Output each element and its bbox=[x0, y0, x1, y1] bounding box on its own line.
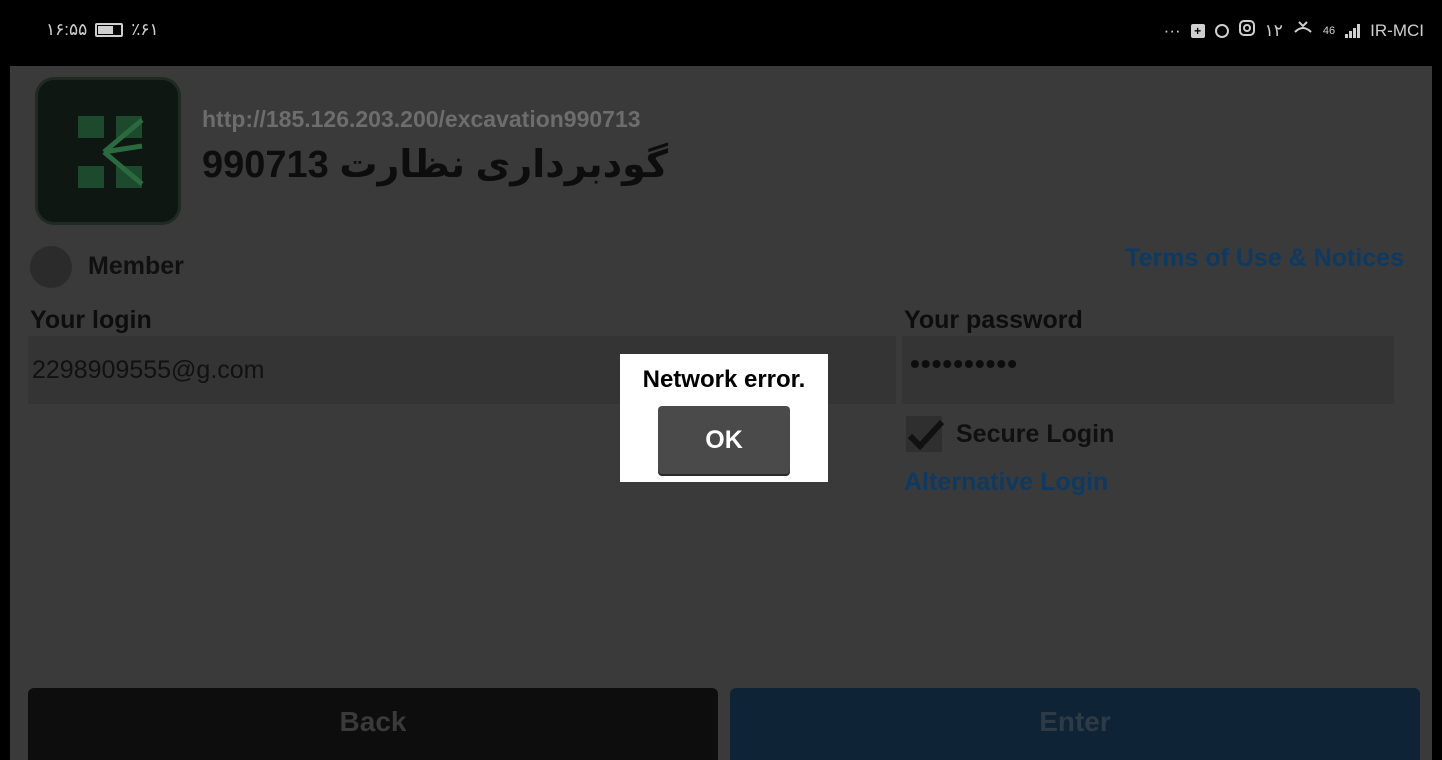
secure-login-checkbox[interactable] bbox=[906, 416, 945, 452]
meeting-url: http://185.126.203.200/excavation990713 bbox=[202, 106, 641, 132]
checkmark-icon bbox=[907, 419, 945, 451]
app-logo bbox=[38, 80, 178, 222]
more-notifications-icon: ··· bbox=[1163, 20, 1181, 40]
circle-icon bbox=[1214, 23, 1229, 38]
meeting-title: گودبرداری نظارت 990713 bbox=[202, 144, 669, 186]
status-right: ··· + ۱۲ 46 IR-MCI bbox=[1164, 20, 1424, 41]
member-radio[interactable] bbox=[30, 246, 72, 288]
signal-icon bbox=[1345, 23, 1361, 38]
battery-percent: ٪۶۱ bbox=[131, 20, 159, 39]
alternative-login-link[interactable]: Alternative Login bbox=[904, 468, 1108, 497]
add-box-icon: + bbox=[1190, 23, 1205, 38]
status-bar: ۱۶:۵۵ ٪۶۱ ··· + ۱۲ 46 IR-MCI bbox=[10, 0, 1432, 66]
member-label: Member bbox=[88, 252, 184, 280]
network-error-dialog: Network error. OK bbox=[620, 354, 828, 482]
password-input[interactable]: •••••••••• bbox=[902, 336, 1394, 404]
terms-link[interactable]: Terms of Use & Notices bbox=[1125, 244, 1404, 273]
status-clock-small: ۱۲ bbox=[1264, 20, 1283, 40]
enter-button[interactable]: Enter bbox=[730, 688, 1420, 760]
network-type: 46 bbox=[1322, 24, 1336, 37]
secure-login-label: Secure Login bbox=[956, 420, 1115, 448]
instagram-icon bbox=[1238, 20, 1255, 41]
status-time: ۱۶:۵۵ bbox=[46, 20, 88, 39]
status-left: ۱۶:۵۵ ٪۶۱ bbox=[46, 20, 159, 40]
ok-button[interactable]: OK bbox=[658, 406, 790, 474]
password-label: Your password bbox=[904, 306, 1083, 334]
carrier-name: IR-MCI bbox=[1370, 20, 1424, 40]
dialog-message: Network error. bbox=[642, 366, 806, 393]
login-label: Your login bbox=[30, 306, 152, 334]
missed-call-icon bbox=[1293, 20, 1313, 41]
back-button[interactable]: Back bbox=[28, 688, 718, 760]
battery-icon bbox=[95, 23, 124, 37]
